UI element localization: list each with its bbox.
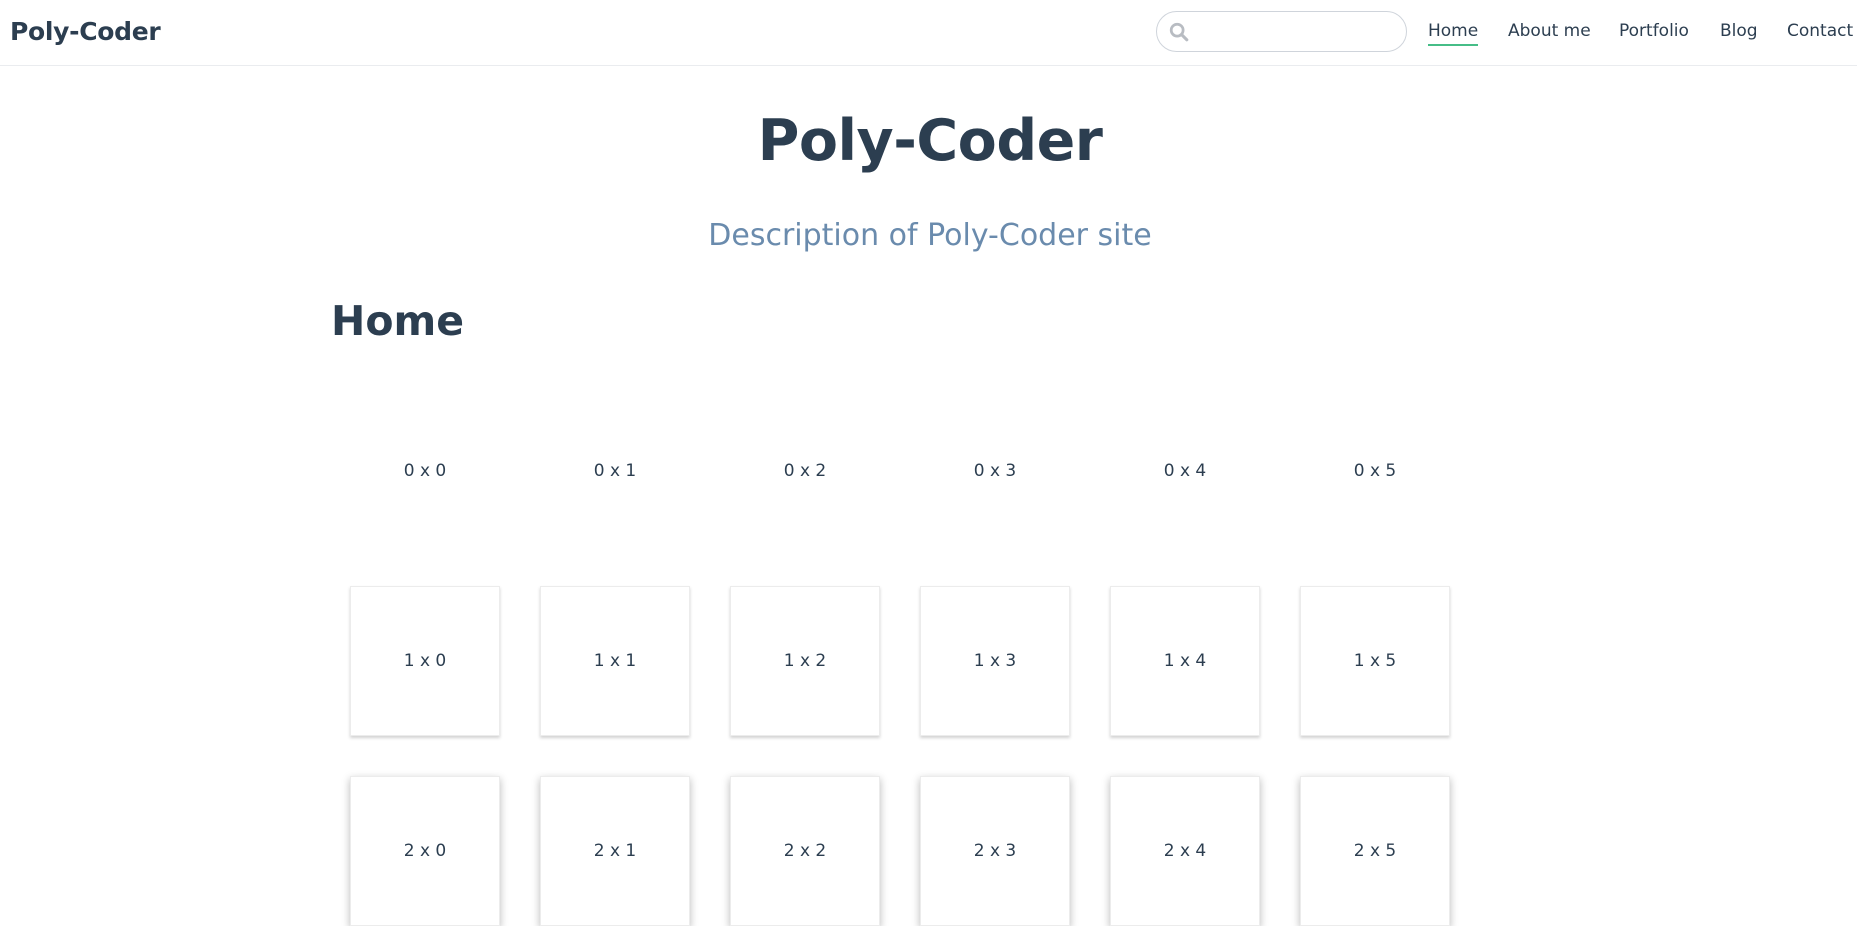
search-box[interactable] xyxy=(1156,11,1407,52)
grid-cell: 2 x 3 xyxy=(920,776,1070,926)
page-heading: Home xyxy=(331,297,465,345)
nav-link-contact[interactable]: Contact xyxy=(1787,20,1853,42)
nav-link-portfolio[interactable]: Portfolio xyxy=(1619,20,1689,42)
search-input[interactable] xyxy=(1197,18,1401,46)
grid-cell: 0 x 0 xyxy=(350,396,500,546)
site-name-link[interactable]: Poly-Coder xyxy=(10,17,161,46)
hero-description: Description of Poly-Coder site xyxy=(708,218,1152,253)
grid-cell: 2 x 4 xyxy=(1110,776,1260,926)
grid-cell: 0 x 1 xyxy=(540,396,690,546)
nav-link-home[interactable]: Home xyxy=(1428,20,1479,46)
nav-link-blog[interactable]: Blog xyxy=(1720,20,1758,42)
grid-cell: 1 x 4 xyxy=(1110,586,1260,736)
grid-cell: 2 x 5 xyxy=(1300,776,1450,926)
grid-cell: 1 x 0 xyxy=(350,586,500,736)
hero-title: Poly-Coder xyxy=(757,108,1103,174)
grid-cell: 0 x 3 xyxy=(920,396,1070,546)
grid-cell: 2 x 2 xyxy=(730,776,880,926)
grid-cell: 0 x 4 xyxy=(1110,396,1260,546)
grid-cell: 1 x 2 xyxy=(730,586,880,736)
grid-cell: 0 x 5 xyxy=(1300,396,1450,546)
grid-cell: 2 x 0 xyxy=(350,776,500,926)
grid-cell: 1 x 3 xyxy=(920,586,1070,736)
search-icon xyxy=(1169,22,1189,42)
grid-cell: 2 x 1 xyxy=(540,776,690,926)
grid-cell: 1 x 5 xyxy=(1300,586,1450,736)
navbar: Poly-Coder Home About me Portfolio Blog … xyxy=(0,0,1857,66)
nav-link-about-me[interactable]: About me xyxy=(1508,20,1591,42)
grid-cell: 1 x 1 xyxy=(540,586,690,736)
grid-cell: 0 x 2 xyxy=(730,396,880,546)
